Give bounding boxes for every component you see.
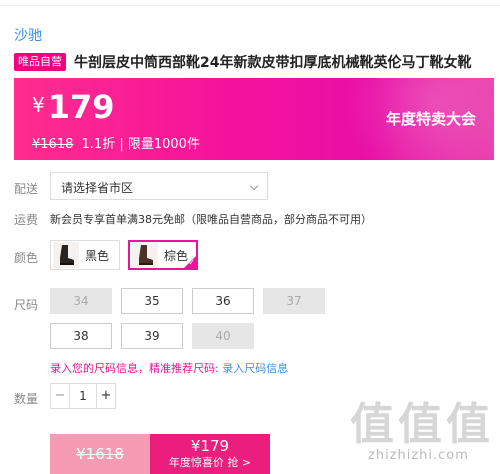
quantity-label: 数量 [14, 392, 39, 406]
currency-symbol: ¥ [32, 93, 45, 117]
size-tip-text: 录入您的尺码信息，精准推荐尺码: [50, 362, 219, 375]
quantity-increase-button[interactable]: + [97, 384, 115, 408]
price-separator: | [119, 137, 124, 152]
watermark: 值值值 zhizhizhi.com [340, 388, 500, 474]
size-option-36[interactable]: 36 [192, 288, 254, 314]
size-option-40[interactable]: 40 [192, 323, 254, 349]
color-option-brown[interactable]: 棕色 ✓ [128, 240, 198, 270]
check-icon: ✓ [188, 258, 195, 267]
discount-rate: 1.1折 [81, 137, 116, 152]
region-select-value: 请选择省市区 [61, 181, 134, 195]
buy-now-button[interactable]: ¥179 年度惊喜价 抢 > [150, 434, 270, 474]
color-option-label: 黑色 [85, 248, 110, 263]
quantity-input[interactable]: 1 [69, 384, 97, 408]
top-divider [0, 0, 500, 6]
shipping-info: 新会员专享首单满38元免邮（限唯品自营商品，部分商品不可用） [50, 213, 372, 226]
size-option-35[interactable]: 35 [121, 288, 183, 314]
brand-link[interactable]: 沙驰 [14, 25, 42, 45]
buy-label: 年度惊喜价 抢 > [168, 456, 252, 469]
original-price: ¥1618 [32, 137, 74, 152]
quantity-stepper: − 1 + [50, 383, 116, 409]
delivery-label: 配送 [14, 182, 39, 196]
self-operated-badge: 唯品自营 [14, 53, 66, 71]
size-option-34[interactable]: 34 [50, 288, 112, 314]
chevron-down-icon [249, 181, 259, 191]
price-banner: ¥179 ¥1618 1.1折 | 限量1000件 年度特卖大会 [14, 78, 494, 160]
size-option-38[interactable]: 38 [50, 323, 112, 349]
buy-original-price: ¥1618 [50, 434, 150, 474]
current-price-value: 179 [47, 88, 115, 126]
size-option-37[interactable]: 37 [263, 288, 325, 314]
size-option-39[interactable]: 39 [121, 323, 183, 349]
shipping-label: 运费 [14, 213, 39, 227]
product-title: 牛剖层皮中筒西部靴24年新款皮带扣厚底机械靴英伦马丁靴女靴 [74, 55, 472, 71]
boot-thumbnail-icon [132, 242, 158, 268]
product-title-row: 唯品自营 牛剖层皮中筒西部靴24年新款皮带扣厚底机械靴英伦马丁靴女靴 [14, 52, 471, 72]
current-price: ¥179 [32, 88, 115, 126]
color-option-black[interactable]: 黑色 [50, 240, 120, 270]
boot-thumbnail-icon [53, 242, 79, 268]
watermark-url: zhizhizhi.com [368, 448, 469, 463]
watermark-logo: 值值值 [350, 399, 494, 450]
buy-price: ¥179 [190, 437, 230, 455]
enter-size-link[interactable]: 录入尺码信息 [222, 362, 288, 375]
buy-bar: ¥1618 ¥179 年度惊喜价 抢 > [50, 434, 270, 474]
size-label: 尺码 [14, 298, 39, 312]
stock-limit: 限量1000件 [127, 137, 200, 152]
color-label: 颜色 [14, 251, 39, 265]
quantity-decrease-button[interactable]: − [51, 384, 69, 408]
size-tip: 录入您的尺码信息，精准推荐尺码: 录入尺码信息 [50, 360, 288, 376]
sale-event-title: 年度特卖大会 [385, 110, 476, 128]
price-details: ¥1618 1.1折 | 限量1000件 [32, 133, 200, 152]
region-select[interactable]: 请选择省市区 [50, 172, 268, 200]
